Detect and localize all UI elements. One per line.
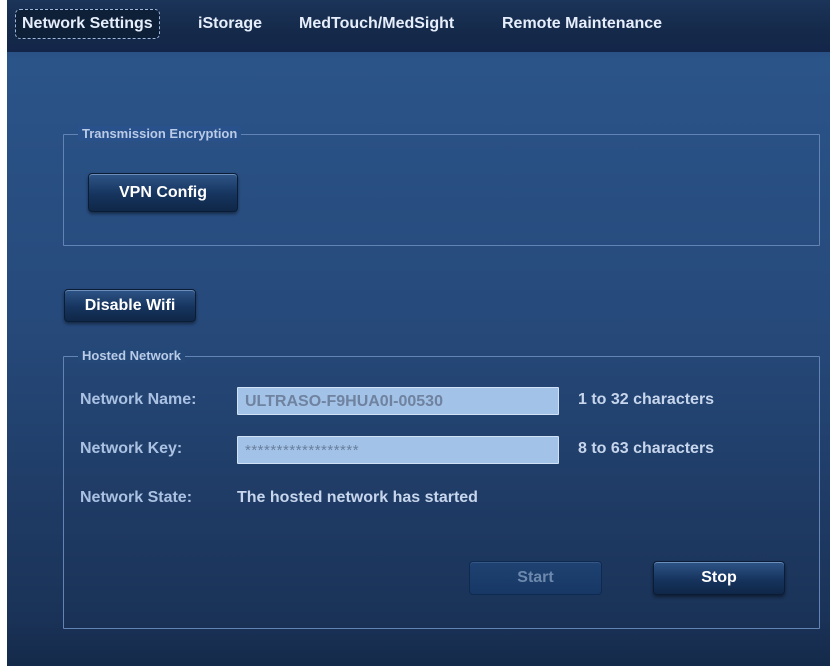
network-state-value: The hosted network has started [237,489,478,506]
disable-wifi-button[interactable]: Disable Wifi [64,289,196,322]
network-key-field[interactable]: ****************** [237,436,559,464]
tab-medtouch-medsight[interactable]: MedTouch/MedSight [299,9,454,39]
tab-bar: Network Settings iStorage MedTouch/MedSi… [7,0,830,52]
network-name-label: Network Name: [80,391,197,408]
network-key-label: Network Key: [80,440,183,457]
network-settings-window: Network Settings iStorage MedTouch/MedSi… [7,0,830,666]
network-name-hint: 1 to 32 characters [578,391,715,408]
start-button[interactable]: Start [469,561,602,595]
vpn-config-button[interactable]: VPN Config [88,173,238,212]
tab-network-settings[interactable]: Network Settings [15,9,160,39]
tab-remote-maintenance[interactable]: Remote Maintenance [502,9,662,39]
network-key-hint: 8 to 63 characters [578,440,715,457]
network-name-field[interactable]: ULTRASO-F9HUA0I-00530 [237,387,559,415]
stop-button[interactable]: Stop [653,561,785,595]
transmission-encryption-title: Transmission Encryption [78,126,242,141]
network-state-label: Network State: [80,489,193,506]
tab-istorage[interactable]: iStorage [198,9,262,39]
hosted-network-title: Hosted Network [78,348,185,363]
